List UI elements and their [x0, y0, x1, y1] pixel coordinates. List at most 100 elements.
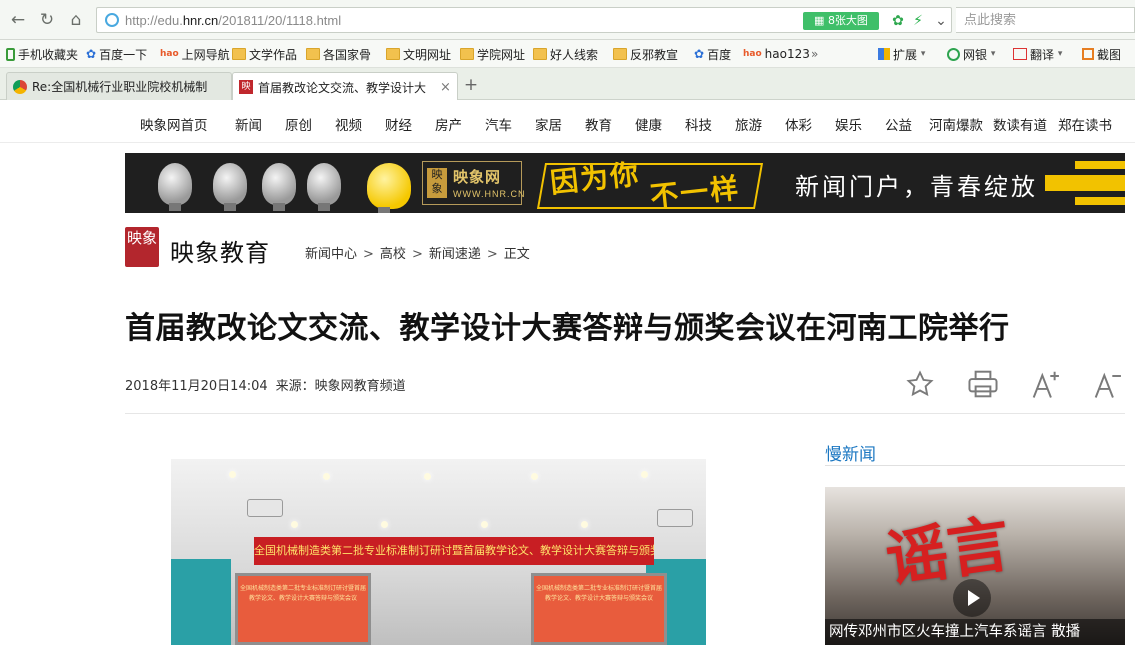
scissors-icon [1082, 48, 1094, 60]
phone-icon [6, 47, 15, 61]
lightbulb-icon [262, 163, 296, 211]
paw-icon: ✿ [86, 47, 97, 61]
projector [657, 509, 693, 527]
star-icon[interactable] [902, 366, 938, 402]
more-bookmarks-icon[interactable]: » [811, 45, 818, 63]
security-shield-icon[interactable]: ✿ [889, 12, 907, 30]
font-decrease-icon[interactable] [1090, 366, 1126, 402]
bookmark-literature[interactable]: 文学作品 [232, 45, 297, 63]
breadcrumb-news-flash[interactable]: 新闻速递 [429, 247, 481, 262]
nav-travel[interactable]: 旅游 [735, 114, 762, 134]
url-text[interactable]: http://edu.hnr.cn/201811/20/1118.html [125, 13, 341, 28]
tab-machinery[interactable]: Re:全国机械行业职业院校机械制 [6, 72, 232, 100]
search-input[interactable] [956, 8, 1134, 32]
caret-down-icon: ▾ [920, 49, 926, 59]
breadcrumb-separator: > [411, 247, 423, 262]
banner-tagline: 新闻门户，青春绽放 [795, 173, 1038, 201]
nav-original[interactable]: 原创 [285, 114, 312, 134]
nav-video[interactable]: 视频 [335, 114, 362, 134]
ad-banner[interactable]: 映象 映象网 WWW.HNR.CN 因为你 不一样 新闻门户，青春绽放 [125, 153, 1125, 213]
bookmark-hao123[interactable]: hao hao123 [743, 45, 810, 63]
ceiling-light [581, 521, 588, 528]
ceiling-light [291, 521, 298, 528]
nav-lottery[interactable]: 体彩 [785, 114, 812, 134]
nav-realestate[interactable]: 房产 [435, 114, 462, 134]
bookmark-baidu[interactable]: ✿ 百度 [694, 45, 731, 63]
search-box[interactable] [956, 7, 1135, 33]
nav-home[interactable]: 映象网首页 [140, 114, 208, 134]
sidebar-video-thumbnail[interactable]: 谣言 网传邓州市区火车撞上汽车系谣言 散播 [825, 487, 1125, 645]
hao-icon: hao [160, 49, 179, 59]
url-field[interactable]: http://edu.hnr.cn/201811/20/1118.html ▦ … [96, 7, 952, 33]
image-count-badge[interactable]: ▦ 8张大图 [803, 12, 879, 30]
bookmark-college[interactable]: 学院网址 [460, 45, 525, 63]
translate-button[interactable]: 翻译 ▾ [1013, 45, 1062, 63]
banner-logo-name: 映象网 [453, 168, 502, 186]
brand-name[interactable]: 映象教育 [170, 233, 270, 268]
bookmark-anti-cult[interactable]: 反邪教宣 [613, 45, 678, 63]
paw-icon: ✿ [694, 47, 705, 61]
brand-logo[interactable]: 映象 [125, 227, 159, 267]
breadcrumb-news-center[interactable]: 新闻中心 [305, 247, 357, 262]
nav-data-reading[interactable]: 数读有道 [993, 114, 1047, 134]
reload-icon[interactable]: ↻ [35, 8, 59, 32]
tab-title: 首届教改论文交流、教学设计大 [258, 80, 427, 95]
lightning-icon[interactable]: ⚡ [909, 12, 927, 30]
extensions-button[interactable]: 扩展 ▾ [878, 45, 925, 63]
nav-charity[interactable]: 公益 [885, 114, 912, 134]
back-icon[interactable]: ← [6, 8, 30, 32]
browser-favicon-icon [13, 79, 27, 94]
banner-logo-url: WWW.HNR.CN [453, 189, 526, 199]
photo-red-banner: 全国机械制造类第二批专业标准制订研讨暨首届教学论文、教学设计大赛答辩与颁奖会议 [254, 537, 654, 565]
tab-title: Re:全国机械行业职业院校机械制 [32, 80, 208, 94]
bookmark-good-people[interactable]: 好人线索 [533, 45, 598, 63]
chevron-down-icon[interactable]: ⌄ [932, 12, 950, 30]
breadcrumb-colleges[interactable]: 高校 [380, 247, 406, 262]
tab-article[interactable]: 映 首届教改论文交流、教学设计大 × [232, 72, 458, 101]
screenshot-button[interactable]: 截图 [1082, 45, 1121, 63]
breadcrumb: 新闻中心 > 高校 > 新闻速递 > 正文 [305, 243, 530, 262]
bookmark-web-nav[interactable]: hao 上网导航 [160, 45, 230, 63]
printer-icon[interactable] [965, 366, 1001, 402]
ceiling-light [381, 521, 388, 528]
lightbulb-icon [158, 163, 192, 211]
nav-entertainment[interactable]: 娱乐 [835, 114, 862, 134]
banking-button[interactable]: 网银 ▾ [947, 45, 995, 63]
image-icon: ▦ [814, 14, 828, 27]
nav-news[interactable]: 新闻 [235, 114, 262, 134]
bookmark-countries[interactable]: 各国家骨 [306, 45, 371, 63]
nav-henan-hot[interactable]: 河南爆款 [929, 114, 983, 134]
nav-zheng-reading[interactable]: 郑在读书 [1058, 114, 1112, 134]
breadcrumb-separator: > [486, 247, 498, 262]
article-date: 2018年11月20日14:04 [125, 379, 268, 394]
nav-tech[interactable]: 科技 [685, 114, 712, 134]
banner-logo: 映象 映象网 WWW.HNR.CN [422, 161, 525, 205]
font-increase-icon[interactable] [1028, 366, 1064, 402]
caret-down-icon: ▾ [1057, 49, 1063, 59]
sidebar-heading[interactable]: 慢新闻 [825, 440, 876, 465]
lightbulb-icon [213, 163, 247, 211]
bookmark-baidu-search[interactable]: ✿ 百度一下 [86, 45, 147, 63]
folder-icon [306, 48, 320, 60]
play-icon[interactable] [953, 579, 991, 617]
nav-finance[interactable]: 财经 [385, 114, 412, 134]
projection-screen: 全国机械制造类第二批专业标准制订研讨暨首届教学论文、教学设计大赛答辩与颁奖会议 [235, 573, 371, 645]
nav-health[interactable]: 健康 [635, 114, 662, 134]
new-tab-button[interactable]: + [461, 75, 481, 95]
home-icon[interactable]: ⌂ [64, 8, 88, 32]
translate-icon [1013, 48, 1027, 60]
nav-home-living[interactable]: 家居 [535, 114, 562, 134]
article-title: 首届教改论文交流、教学设计大赛答辩与颁奖会议在河南工院举行 [125, 311, 1010, 346]
ceiling-light [229, 471, 236, 478]
site-navigation: 映象网首页 新闻 原创 视频 财经 房产 汽车 家居 教育 健康 科技 旅游 体… [0, 100, 1135, 143]
sidebar-caption[interactable]: 网传邓州市区火车撞上汽车系谣言 散播 [825, 619, 1125, 645]
nav-auto[interactable]: 汽车 [485, 114, 512, 134]
bookmark-mobile[interactable]: 手机收藏夹 [6, 45, 78, 63]
ceiling-light [641, 471, 648, 478]
close-tab-icon[interactable]: × [440, 80, 451, 95]
article-photo[interactable]: 全国机械制造类第二批专业标准制订研讨暨首届教学论文、教学设计大赛答辩与颁奖会议 … [171, 459, 706, 645]
grid-icon [878, 48, 890, 60]
hao-icon: hao [743, 49, 762, 59]
bookmark-civilization[interactable]: 文明网址 [386, 45, 451, 63]
nav-education[interactable]: 教育 [585, 114, 612, 134]
